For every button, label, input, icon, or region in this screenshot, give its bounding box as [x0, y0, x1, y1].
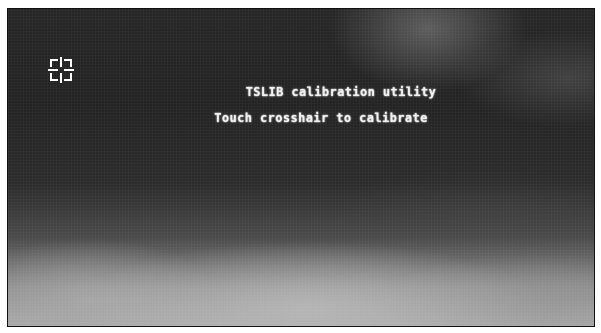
utility-title: TSLIB calibration utility [245, 85, 437, 99]
crosshair-icon[interactable] [48, 57, 74, 83]
crosshair-graphic [48, 57, 74, 83]
calibration-screen: TSLIB calibration utility Touch crosshai… [7, 8, 595, 327]
calibration-instruction: Touch crosshair to calibrate [214, 111, 428, 125]
photo-frame: TSLIB calibration utility Touch crosshai… [0, 0, 601, 333]
